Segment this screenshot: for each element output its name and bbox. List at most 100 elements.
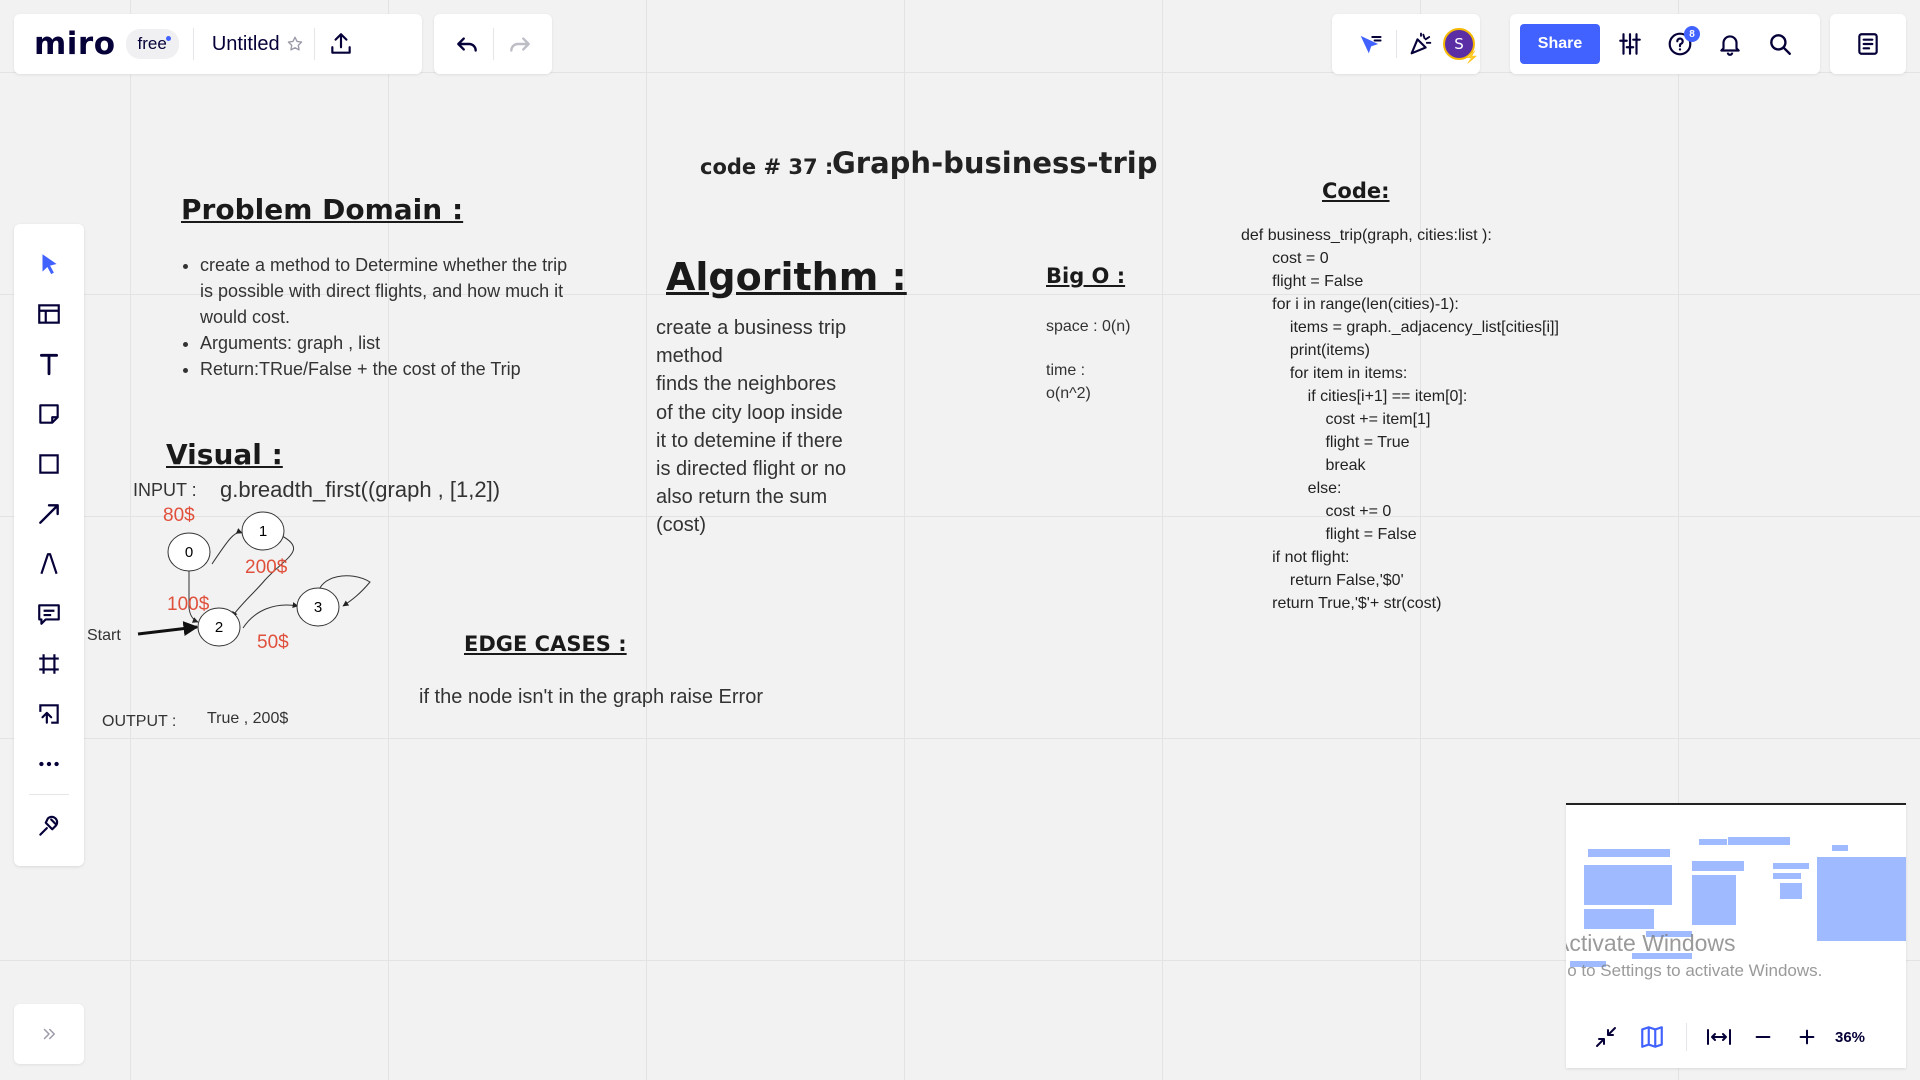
board-title[interactable]: Untitled <box>212 33 280 56</box>
templates-icon[interactable] <box>29 294 69 334</box>
double-chevron-right-icon <box>43 1028 55 1040</box>
toolbar-divider <box>29 794 69 795</box>
frame-icon[interactable] <box>29 644 69 684</box>
output-label: OUTPUT : <box>102 713 177 730</box>
problem-item: Arguments: graph , list <box>200 330 580 356</box>
divider <box>492 28 494 60</box>
star-icon[interactable] <box>280 24 310 64</box>
edge-cases-heading: EDGE CASES : <box>464 632 627 656</box>
edge-0-1 <box>211 528 243 565</box>
connection-line-icon[interactable] <box>29 494 69 534</box>
minimap-block <box>1588 849 1670 857</box>
map-icon[interactable] <box>1632 1017 1672 1057</box>
shape-square-icon[interactable] <box>29 444 69 484</box>
redo-icon[interactable] <box>500 24 540 64</box>
problem-item: create a method to Determine whether the… <box>200 252 580 330</box>
divider <box>192 28 194 60</box>
undo-redo-panel <box>434 14 552 74</box>
svg-text:3: 3 <box>314 599 322 616</box>
notes-icon[interactable] <box>1848 24 1888 64</box>
plugin-apps-icon[interactable] <box>29 806 69 846</box>
collapse-minimap-icon[interactable] <box>1586 1017 1626 1057</box>
comment-icon[interactable] <box>29 594 69 634</box>
input-label: INPUT : <box>133 480 197 500</box>
big-o-time-value: o(n^2) <box>1046 385 1091 402</box>
upload-icon[interactable] <box>29 694 69 734</box>
minimap-block <box>1780 883 1802 899</box>
divider <box>1396 30 1397 58</box>
big-o-heading: Big O : <box>1046 264 1126 288</box>
code-block: def business_trip(graph, cities:list ): … <box>1241 227 1559 612</box>
minimap-block <box>1699 839 1727 845</box>
zoom-level[interactable]: 36% <box>1835 1029 1865 1046</box>
minimap-block <box>1817 857 1906 941</box>
edge-weight-label: 100$ <box>167 594 210 615</box>
fit-to-screen-icon[interactable] <box>1699 1017 1739 1057</box>
help-icon[interactable]: 8 <box>1660 24 1700 64</box>
lightning-icon: ⚡ <box>1464 50 1479 64</box>
zoom-controls: 36% <box>1566 1012 1906 1062</box>
top-left-panel: miro free Untitled <box>14 14 422 74</box>
follow-cursor-icon[interactable] <box>1350 24 1390 64</box>
minimap-block <box>1584 865 1672 905</box>
select-cursor-icon[interactable] <box>29 244 69 284</box>
problem-domain-list: create a method to Determine whether the… <box>180 252 580 382</box>
visual-heading: Visual : <box>166 438 283 471</box>
zoom-in-icon[interactable] <box>1787 1017 1827 1057</box>
algorithm-body: create a business trip method finds the … <box>656 317 847 537</box>
problem-domain-heading: Problem Domain : <box>181 193 464 226</box>
settings-sliders-icon[interactable] <box>1610 24 1650 64</box>
collaboration-panel: S ⚡ <box>1332 14 1480 74</box>
svg-text:0: 0 <box>185 544 193 561</box>
search-icon[interactable] <box>1760 24 1800 64</box>
plan-badge-label: free <box>137 34 167 53</box>
svg-text:2: 2 <box>215 619 223 636</box>
export-icon[interactable] <box>321 24 361 64</box>
graph-node: 1 <box>241 511 285 551</box>
output-value: True , 200$ <box>207 710 289 727</box>
edge-weight-label: 200$ <box>245 557 288 578</box>
activate-windows-line1: Activate Windows <box>1566 930 1736 956</box>
svg-text:1: 1 <box>259 523 267 540</box>
pen-icon[interactable] <box>29 544 69 584</box>
miro-logo[interactable]: miro <box>34 26 116 62</box>
board-title-prefix: code # 37 : <box>700 155 834 179</box>
divider <box>313 28 315 60</box>
code-heading: Code: <box>1322 179 1390 203</box>
divider <box>1686 1023 1687 1051</box>
left-toolbar <box>14 224 84 866</box>
algorithm-heading: Algorithm : <box>666 255 907 299</box>
undo-icon[interactable] <box>447 24 487 64</box>
avatar-initial: S <box>1454 35 1464 53</box>
minimap-panel[interactable]: Activate Windows Go to Settings to activ… <box>1566 803 1906 1068</box>
minimap-block <box>1773 873 1801 879</box>
more-tools-icon[interactable] <box>29 744 69 784</box>
plan-badge-dot <box>165 36 171 41</box>
problem-item: Return:TRue/False + the cost of the Trip <box>200 356 580 382</box>
notes-panel <box>1830 14 1906 74</box>
minimap-block <box>1773 863 1809 869</box>
start-label: Start <box>87 627 121 644</box>
edge-weight-label: 80$ <box>163 505 195 526</box>
notifications-bell-icon[interactable] <box>1710 24 1750 64</box>
board-main-title: Graph-business-trip <box>832 146 1158 180</box>
share-button[interactable]: Share <box>1520 24 1600 64</box>
avatar[interactable]: S ⚡ <box>1443 28 1479 64</box>
minimap-block <box>1692 861 1744 871</box>
minimap-block <box>1728 837 1790 845</box>
activate-windows-line2: Go to Settings to activate Windows. <box>1566 961 1823 980</box>
expand-panel-button[interactable] <box>14 1004 84 1064</box>
graph-node: 0 <box>167 532 211 572</box>
graph-diagram: 0 1 2 3 <box>137 511 371 647</box>
zoom-out-icon[interactable] <box>1743 1017 1783 1057</box>
help-badge: 8 <box>1684 26 1700 42</box>
sticky-note-icon[interactable] <box>29 394 69 434</box>
text-icon[interactable] <box>29 344 69 384</box>
share-tools-panel: Share 8 <box>1510 14 1820 74</box>
edge-cases-body: if the node isn't in the graph raise Err… <box>419 686 764 708</box>
edge-weight-label: 50$ <box>257 632 289 653</box>
edge-2-3 <box>242 602 299 629</box>
plan-badge[interactable]: free <box>125 29 179 59</box>
celebrate-icon[interactable] <box>1401 24 1441 64</box>
big-o-time-label: time : <box>1046 362 1086 379</box>
